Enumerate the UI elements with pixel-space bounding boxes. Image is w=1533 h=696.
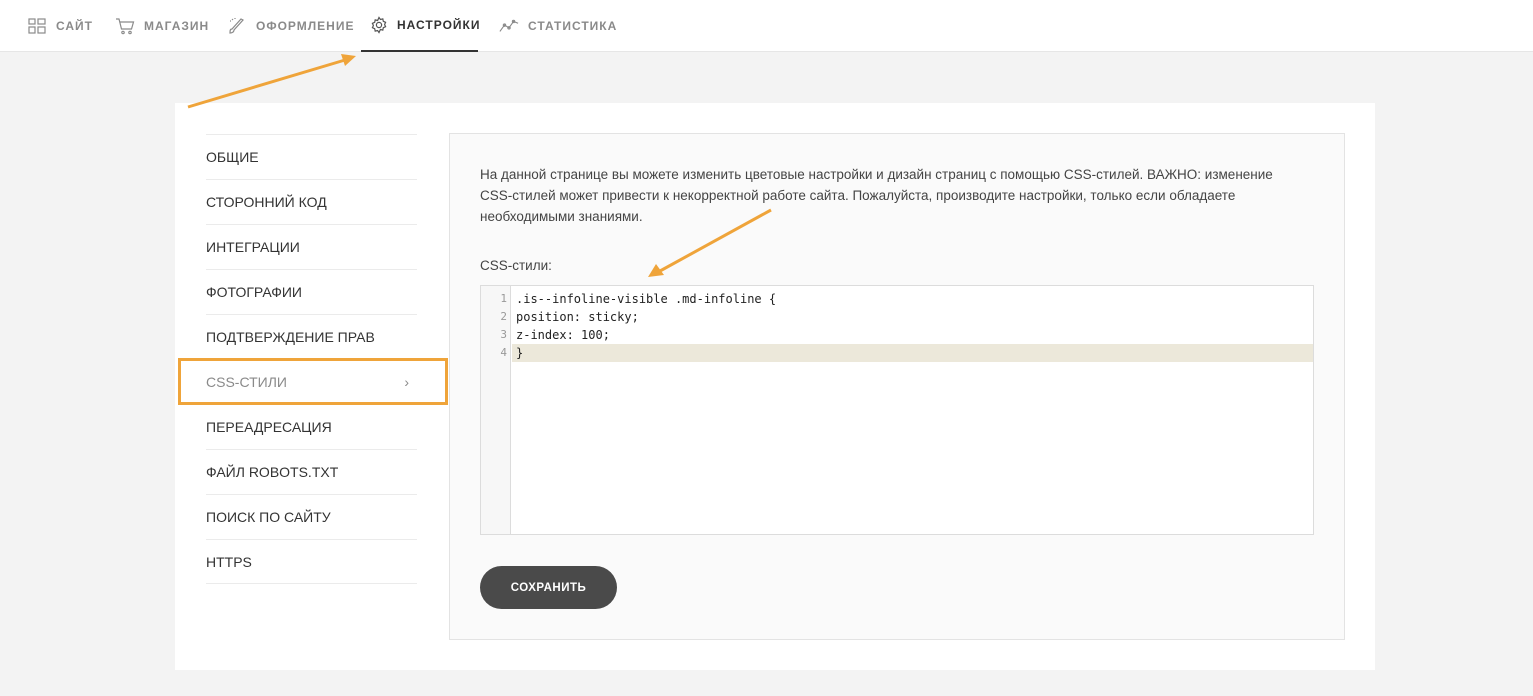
nav-item-statistics[interactable]: СТАТИСТИКА xyxy=(490,0,626,52)
sidebar-item-label: ПЕРЕАДРЕСАЦИЯ xyxy=(206,419,332,435)
sidebar-item-photos[interactable]: ФОТОГРАФИИ xyxy=(206,269,417,314)
arrow-to-settings-tab xyxy=(187,54,356,109)
code-line: 1 .is--infoline-visible .md-infoline { xyxy=(481,290,1313,308)
css-code-editor[interactable]: 1 .is--infoline-visible .md-infoline { 2… xyxy=(480,285,1314,535)
grid-icon xyxy=(27,16,47,36)
sidebar-item-site-search[interactable]: ПОИСК ПО САЙТУ xyxy=(206,494,417,539)
annotation-highlight-box xyxy=(178,358,448,405)
cart-icon xyxy=(115,16,135,36)
top-navigation: САЙТ МАГАЗИН ОФОРМЛЕНИЕ НАСТРОЙКИ СТАТИС… xyxy=(0,0,1533,52)
gear-icon xyxy=(370,15,388,35)
nav-label: МАГАЗИН xyxy=(144,19,210,33)
nav-item-shop[interactable]: МАГАЗИН xyxy=(106,0,218,52)
chart-line-icon xyxy=(499,16,519,36)
sidebar-item-integrations[interactable]: ИНТЕГРАЦИИ xyxy=(206,224,417,269)
sidebar-item-redirects[interactable]: ПЕРЕАДРЕСАЦИЯ xyxy=(206,404,417,449)
sidebar-item-robots-txt[interactable]: ФАЙЛ ROBOTS.TXT xyxy=(206,449,417,494)
code-line-active: 4 } xyxy=(500,344,1313,362)
nav-label: ОФОРМЛЕНИЕ xyxy=(256,19,355,33)
sidebar-item-https[interactable]: HTTPS xyxy=(206,539,417,584)
settings-card: ОБЩИЕ СТОРОННИЙ КОД ИНТЕГРАЦИИ ФОТОГРАФИ… xyxy=(175,103,1375,670)
sidebar-item-label: ИНТЕГРАЦИИ xyxy=(206,239,300,255)
save-button[interactable]: СОХРАНИТЬ xyxy=(480,566,617,609)
code-text: } xyxy=(516,346,524,360)
sidebar-item-label: ПОДТВЕРЖДЕНИЕ ПРАВ xyxy=(206,329,375,345)
sidebar-item-general[interactable]: ОБЩИЕ xyxy=(206,134,417,179)
nav-label: НАСТРОЙКИ xyxy=(397,18,481,32)
line-number: 1 xyxy=(500,292,507,305)
sidebar-item-label: ОБЩИЕ xyxy=(206,149,259,165)
line-number: 3 xyxy=(500,328,507,341)
nav-item-settings[interactable]: НАСТРОЙКИ xyxy=(361,0,481,52)
sidebar-item-third-party-code[interactable]: СТОРОННИЙ КОД xyxy=(206,179,417,224)
css-field-label: CSS-стили: xyxy=(480,258,552,273)
nav-item-design[interactable]: ОФОРМЛЕНИЕ xyxy=(218,0,363,52)
code-line: 2 position: sticky; xyxy=(481,308,1313,326)
nav-label: СТАТИСТИКА xyxy=(528,19,618,33)
line-number: 4 xyxy=(500,346,507,359)
sidebar-item-label: ПОИСК ПО САЙТУ xyxy=(206,509,331,525)
code-line: 3 z-index: 100; xyxy=(481,326,1313,344)
css-settings-panel: На данной странице вы можете изменить цв… xyxy=(449,133,1345,640)
sidebar-item-label: ФАЙЛ ROBOTS.TXT xyxy=(206,464,339,480)
code-text: z-index: 100; xyxy=(516,328,610,342)
line-number: 2 xyxy=(500,310,507,323)
panel-description: На данной странице вы можете изменить цв… xyxy=(480,167,1273,224)
sidebar-item-label: ФОТОГРАФИИ xyxy=(206,284,302,300)
code-text: position: sticky; xyxy=(516,310,639,324)
sidebar-item-rights-confirmation[interactable]: ПОДТВЕРЖДЕНИЕ ПРАВ xyxy=(206,314,417,359)
brush-icon xyxy=(227,16,247,36)
code-text: .is--infoline-visible .md-infoline { xyxy=(516,292,777,306)
sidebar-item-label: HTTPS xyxy=(206,553,252,570)
nav-label: САЙТ xyxy=(56,19,93,33)
sidebar-item-label: СТОРОННИЙ КОД xyxy=(206,194,327,210)
nav-item-site[interactable]: САЙТ xyxy=(18,0,102,52)
